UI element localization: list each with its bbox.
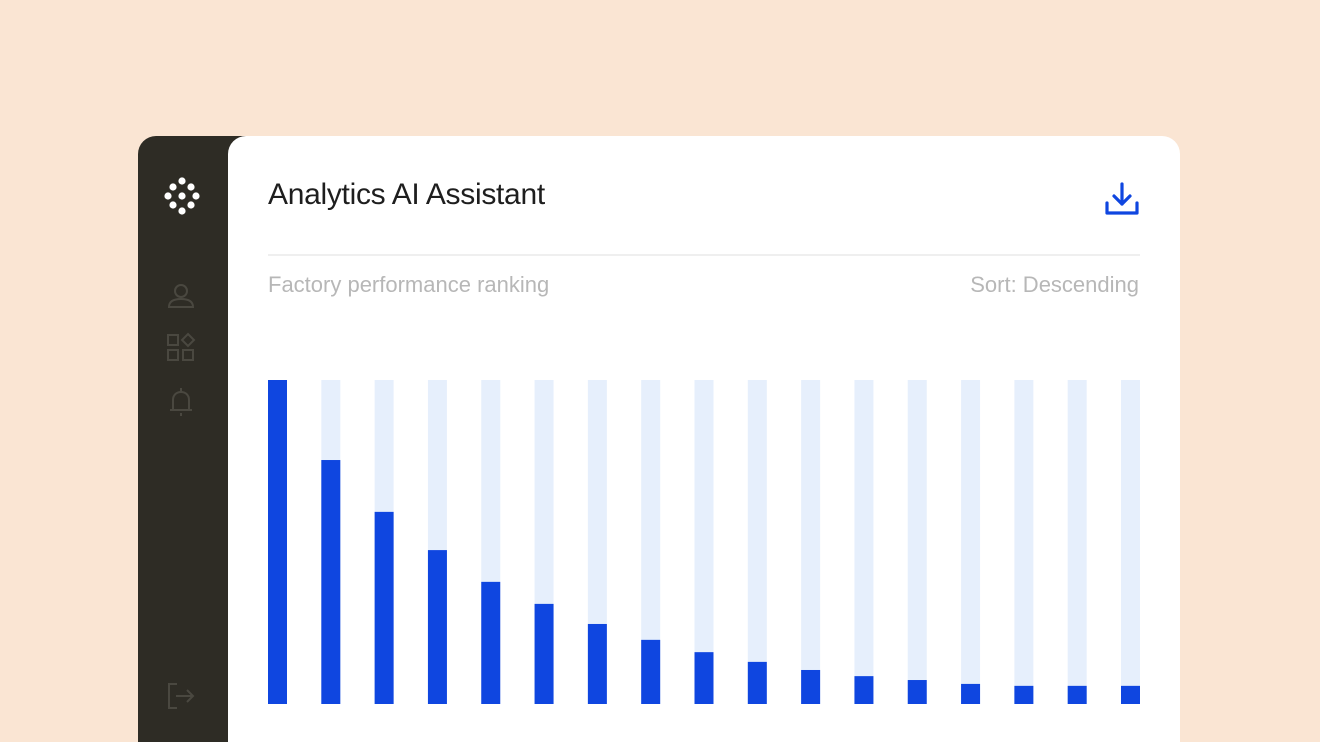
bar-15[interactable] <box>1014 685 1034 704</box>
bar-track-12 <box>854 380 874 704</box>
download-icon[interactable] <box>1102 180 1142 220</box>
logout-icon[interactable] <box>165 680 197 712</box>
app-frame: Analytics AI Assistant Factory performan… <box>0 0 1320 742</box>
bell-icon[interactable] <box>165 386 197 418</box>
bar-6[interactable] <box>534 603 554 704</box>
bar-16[interactable] <box>1067 685 1087 704</box>
bar-track-10 <box>747 380 767 704</box>
bar-2[interactable] <box>321 460 341 704</box>
bar-12[interactable] <box>854 676 874 704</box>
bar-track-14 <box>961 380 981 704</box>
chart-subtitle: Factory performance ranking <box>268 272 550 297</box>
bar-1[interactable] <box>268 380 287 704</box>
bar-track-11 <box>801 380 821 704</box>
bar-14[interactable] <box>961 683 981 704</box>
bar-8[interactable] <box>641 639 661 704</box>
bar-3[interactable] <box>374 511 394 704</box>
user-icon[interactable] <box>165 280 197 312</box>
bar-17[interactable] <box>1121 685 1140 704</box>
bar-4[interactable] <box>427 550 447 704</box>
bar-7[interactable] <box>587 623 607 704</box>
bar-9[interactable] <box>694 652 714 704</box>
sort-dropdown[interactable]: Sort: Descending <box>970 272 1139 298</box>
bar-track-17 <box>1121 380 1140 704</box>
ranking-bar-chart <box>268 380 1140 704</box>
widgets-icon[interactable] <box>165 332 197 364</box>
bar-track-13 <box>907 380 927 704</box>
dots-logo-icon[interactable] <box>162 176 202 216</box>
bar-track-15 <box>1014 380 1034 704</box>
page-title: Analytics AI Assistant <box>268 178 545 211</box>
bar-10[interactable] <box>747 661 767 704</box>
bar-11[interactable] <box>801 669 821 704</box>
bar-track-16 <box>1067 380 1087 704</box>
bar-5[interactable] <box>481 581 501 704</box>
bar-13[interactable] <box>907 680 927 704</box>
header-divider <box>268 254 1140 256</box>
